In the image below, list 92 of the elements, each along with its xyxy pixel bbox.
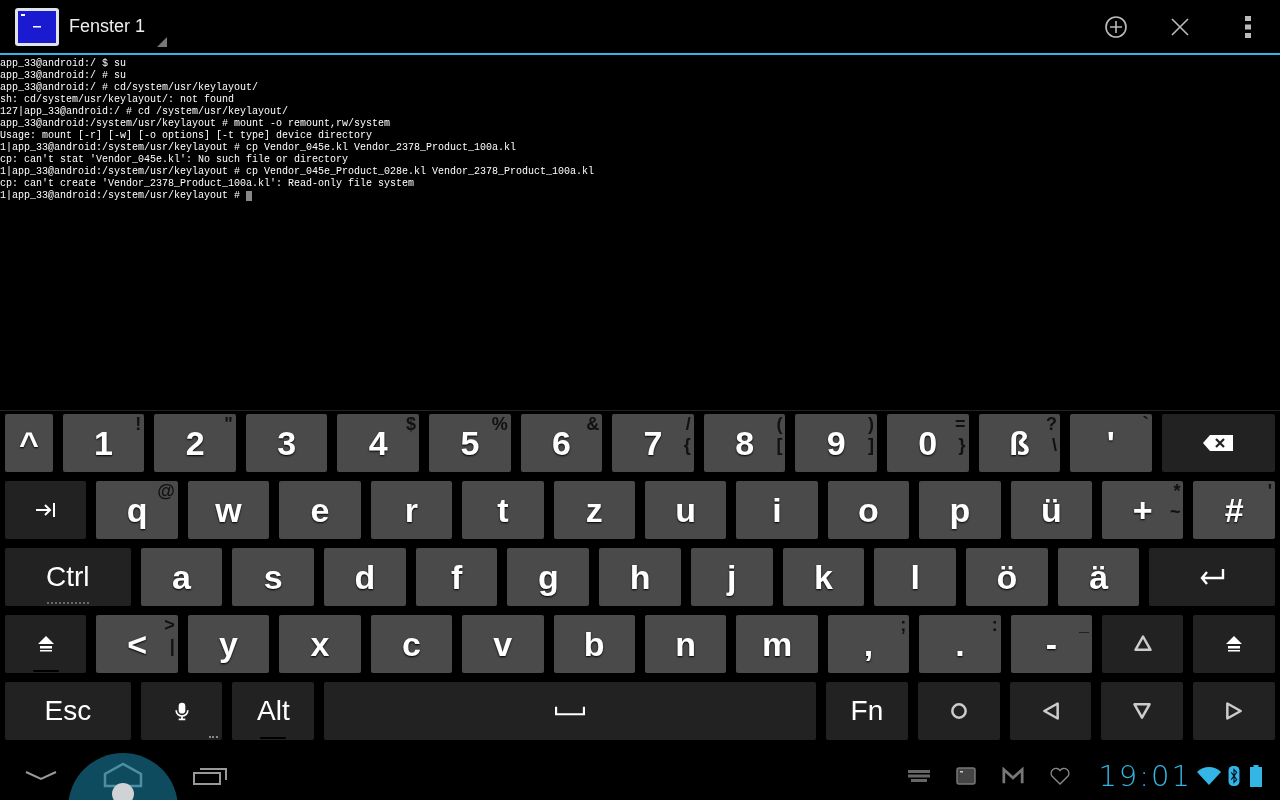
key[interactable]: 2 " xyxy=(154,414,236,472)
shift-arrow-icon xyxy=(1224,634,1245,654)
terminal-line: 1|app_33@android:/system/usr/keylayout # cp Vendor_045e.kl Vendor_2378_Product_100a.kl xyxy=(0,142,517,154)
key[interactable]: x xyxy=(279,615,361,673)
key[interactable]: z xyxy=(553,481,635,539)
triangle-arrow-icon xyxy=(1132,701,1153,721)
right-key[interactable] xyxy=(1193,682,1276,740)
key[interactable]: 6 & xyxy=(520,414,603,472)
key[interactable]: ö xyxy=(966,548,1048,606)
terminal-line: Usage: mount [-r] [-w] [-o options] [-t type] device directory xyxy=(0,130,373,142)
key[interactable]: t xyxy=(462,481,544,539)
triangle-arrow-icon xyxy=(1132,634,1153,654)
backspace-icon xyxy=(1203,433,1234,453)
key[interactable]: 3 xyxy=(245,414,328,472)
backspace-key[interactable] xyxy=(1161,414,1276,472)
bluetooth-icon xyxy=(1228,766,1240,786)
key[interactable]: Alt xyxy=(232,682,315,740)
key[interactable]: a xyxy=(140,548,223,606)
key[interactable]: Esc xyxy=(5,682,131,740)
menu-icon[interactable] xyxy=(1244,14,1252,39)
key[interactable]: ^ xyxy=(5,414,53,472)
terminal-line: app_33@android:/ $ su xyxy=(0,58,127,70)
terminal-line: app_33@android:/ # su xyxy=(0,70,127,82)
key[interactable]: m xyxy=(736,615,818,673)
microphone-key[interactable] xyxy=(140,682,223,740)
key[interactable]: u xyxy=(644,481,727,539)
key[interactable]: b xyxy=(553,615,635,673)
key[interactable]: j xyxy=(690,548,773,606)
key[interactable]: , ; xyxy=(827,615,910,673)
key[interactable]: y xyxy=(187,615,270,673)
terminal-line: 1|app_33@android:/system/usr/keylayout # xyxy=(0,190,242,202)
key[interactable]: q @ xyxy=(96,481,178,539)
dropdown-corner-icon xyxy=(157,37,168,47)
add-window-icon[interactable] xyxy=(1104,14,1128,39)
key[interactable]: ' ` xyxy=(1070,414,1152,472)
key[interactable]: s xyxy=(232,548,314,606)
shift-key[interactable] xyxy=(5,615,87,673)
key[interactable]: - _ xyxy=(1010,615,1093,673)
key[interactable]: k xyxy=(782,548,865,606)
triangle-arrow-icon xyxy=(1040,701,1061,721)
key[interactable]: 7 / { xyxy=(612,414,694,472)
left-key[interactable] xyxy=(1009,682,1092,740)
key[interactable]: n xyxy=(644,615,727,673)
terminal-line: app_33@android:/ # cd/system/usr/keylayout/ xyxy=(0,82,259,94)
key[interactable]: 4 $ xyxy=(337,414,420,472)
window-title[interactable]: Fenster 1 xyxy=(69,16,146,37)
home-glow-icon[interactable] xyxy=(67,752,179,800)
key[interactable]: o xyxy=(827,481,910,539)
key[interactable]: 5 % xyxy=(429,414,511,472)
keyboard-icon xyxy=(908,767,931,785)
clock-time: 19:01 xyxy=(1098,759,1192,793)
window-thumbnail-icon[interactable] xyxy=(15,7,59,46)
recent-apps-icon[interactable] xyxy=(193,767,227,785)
key[interactable]: . : xyxy=(919,615,1001,673)
key[interactable]: c xyxy=(370,615,453,673)
terminal-icon xyxy=(955,767,978,785)
terminal-line: sh: cd/system/usr/keylayout/: not found xyxy=(0,94,235,106)
key[interactable]: # ' xyxy=(1193,481,1275,539)
back-icon[interactable] xyxy=(25,771,57,781)
mail-icon xyxy=(1002,767,1025,785)
key[interactable]: d xyxy=(324,548,406,606)
key[interactable]: g xyxy=(507,548,590,606)
key[interactable]: f xyxy=(415,548,498,606)
terminal-line: 1|app_33@android:/system/usr/keylayout # cp Vendor_045e_Product_028e.kl Vendor_2378_Product_100a.kl xyxy=(0,166,595,178)
key[interactable]: Fn xyxy=(826,682,908,740)
heart-icon xyxy=(1049,767,1072,785)
key[interactable]: 1 ! xyxy=(62,414,145,472)
terminal-line: app_33@android:/system/usr/keylayout # mount -o remount,rw/system xyxy=(0,118,391,130)
down-key[interactable] xyxy=(1101,682,1184,740)
terminal-line: cp: can't stat 'Vendor_045e.kl': No such file or directory xyxy=(0,154,349,166)
key[interactable]: h xyxy=(599,548,681,606)
shift-key[interactable] xyxy=(1193,615,1275,673)
key[interactable]: 8 ( [ xyxy=(703,414,786,472)
key[interactable]: Ctrl xyxy=(5,548,131,606)
wifi-icon xyxy=(1196,766,1222,786)
battery-icon xyxy=(1250,765,1262,787)
key[interactable]: w xyxy=(187,481,270,539)
key[interactable]: p xyxy=(919,481,1001,539)
terminal-line: cp: can't create 'Vendor_2378_Product_100a.kl': Read-only file system xyxy=(0,178,415,190)
terminal-line: 127|app_33@android:/ # cd /system/usr/keylayout/ xyxy=(0,106,289,118)
key[interactable]: ä xyxy=(1057,548,1140,606)
key[interactable]: ü xyxy=(1010,481,1093,539)
triangle-arrow-icon xyxy=(1224,701,1245,721)
key[interactable]: 9 ) ] xyxy=(795,414,877,472)
key[interactable]: e xyxy=(279,481,361,539)
center-key[interactable] xyxy=(917,682,1000,740)
key[interactable]: i xyxy=(736,481,818,539)
key[interactable]: l xyxy=(874,548,957,606)
circle-icon xyxy=(948,701,969,721)
key[interactable]: r xyxy=(370,481,453,539)
up-key[interactable] xyxy=(1102,615,1184,673)
key[interactable]: v xyxy=(462,615,544,673)
